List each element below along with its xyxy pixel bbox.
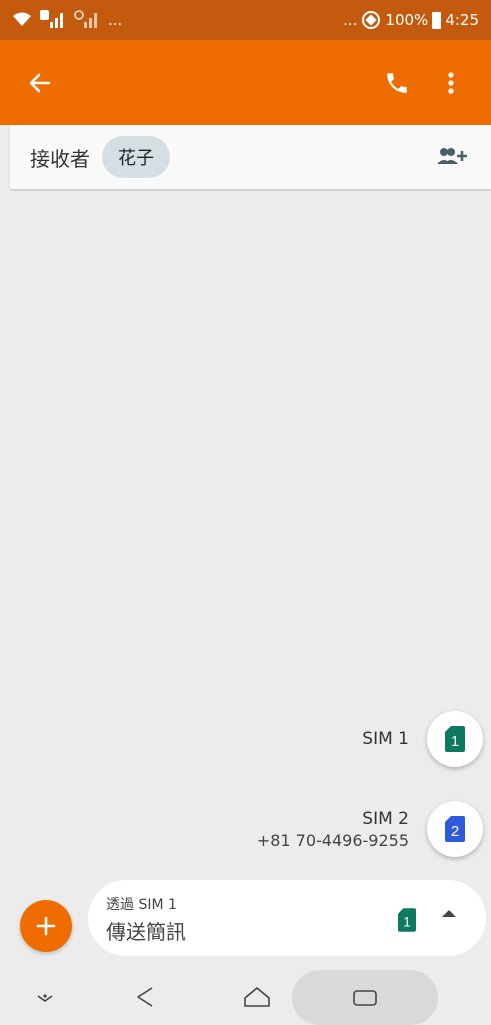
sim-card-1-icon: 1 xyxy=(398,908,416,932)
sim1-button[interactable]: 1 xyxy=(427,711,483,767)
status-overflow-right: ... xyxy=(343,11,358,29)
sim2-label: SIM 2 xyxy=(362,808,409,829)
call-button[interactable] xyxy=(375,61,419,105)
battery-icon xyxy=(432,11,442,29)
status-time: 4:25 xyxy=(445,11,479,29)
recipient-label: 接收者 xyxy=(30,146,90,171)
status-overflow-left: ... xyxy=(108,11,123,29)
phone-icon xyxy=(387,72,407,93)
recipient-bar: 接收者 花子 xyxy=(10,125,491,190)
add-recipient-button[interactable] xyxy=(429,135,473,179)
sim2-option[interactable]: SIM 2 +81 70-4496-9255 2 xyxy=(257,801,483,857)
add-attachment-button[interactable] xyxy=(20,900,72,952)
recipient-chip[interactable]: 花子 xyxy=(102,136,170,178)
arrow-left-icon xyxy=(29,73,51,92)
add-person-icon xyxy=(437,148,467,164)
wifi-icon xyxy=(12,11,32,29)
compose-sim-selector[interactable]: 1 xyxy=(398,908,416,936)
signal-sim2-icon xyxy=(74,10,100,30)
home-icon xyxy=(244,987,270,1007)
sim1-option[interactable]: SIM 1 1 xyxy=(362,711,483,767)
sim1-badge: 1 xyxy=(451,733,459,750)
sim2-number: +81 70-4496-9255 xyxy=(256,830,409,850)
recents-icon xyxy=(353,990,377,1006)
back-nav-button[interactable] xyxy=(130,982,160,1012)
back-button[interactable] xyxy=(18,61,62,105)
more-options-button[interactable] xyxy=(429,61,473,105)
conversation-area: SIM 1 1 SIM 2 +81 70-4496-9255 2 xyxy=(10,191,491,879)
recents-button[interactable] xyxy=(348,984,382,1012)
app-bar xyxy=(0,40,491,125)
home-button[interactable] xyxy=(240,982,274,1012)
sim2-button[interactable]: 2 xyxy=(427,801,483,857)
navigation-bar xyxy=(0,970,491,1025)
more-vert-icon xyxy=(448,71,454,94)
chevron-down-dot-icon xyxy=(37,994,53,1002)
sim1-label: SIM 1 xyxy=(362,729,409,749)
message-input[interactable]: 透過 SIM 1 傳送簡訊 1 xyxy=(88,880,486,956)
sim-expand-caret-icon[interactable] xyxy=(442,910,456,917)
battery-percentage: 100% xyxy=(385,11,429,29)
compose-bar: 透過 SIM 1 傳送簡訊 1 xyxy=(0,880,491,970)
rotate-icon xyxy=(361,10,381,30)
signal-sim1-icon xyxy=(40,10,66,30)
triangle-back-icon xyxy=(137,987,153,1007)
status-bar: ... ... 100% 4:25 xyxy=(0,0,491,40)
hide-keyboard-button[interactable] xyxy=(30,984,60,1014)
sim-card-1-icon: 1 xyxy=(445,726,465,752)
plus-icon xyxy=(36,916,56,936)
compose-sim-badge: 1 xyxy=(403,914,411,929)
sim-card-2-icon: 2 xyxy=(445,816,465,842)
sim2-badge: 2 xyxy=(451,823,459,840)
